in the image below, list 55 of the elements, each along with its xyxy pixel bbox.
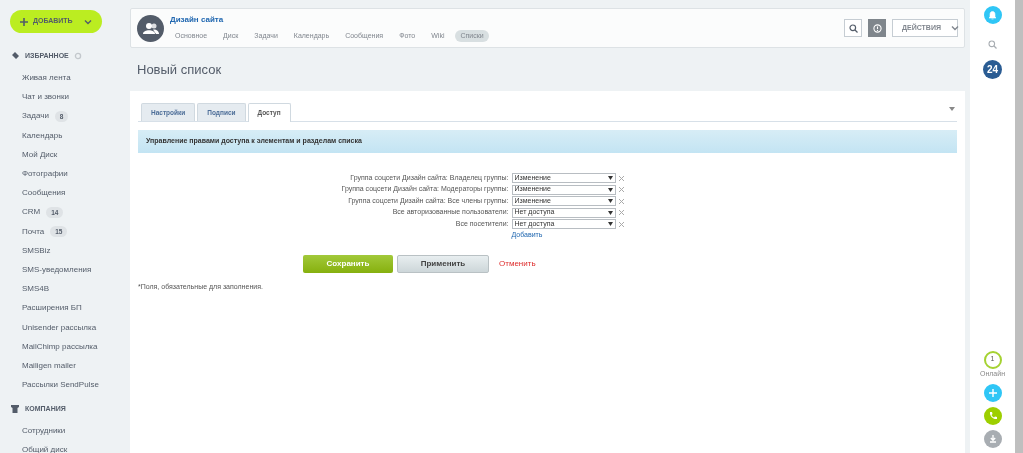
dropdown-arrow-icon[interactable] [949,106,955,111]
sidebar-item[interactable]: SMS4B [22,283,50,296]
info-button[interactable] [868,19,886,37]
sidebar-item[interactable]: SMS-уведомления [22,263,92,276]
notifications-button[interactable] [983,6,1002,24]
sidebar-item[interactable]: Рассылки SendPulse [22,379,99,392]
bell-icon [988,10,997,20]
group-title[interactable]: Дизайн сайта [170,13,838,26]
caret-icon [84,18,92,25]
search-icon [848,23,858,33]
phone-icon [987,411,998,421]
settings-icon [73,52,82,61]
scrollbar[interactable] [1015,0,1023,453]
remove-icon[interactable] [618,187,624,192]
apply-button[interactable]: Применить [397,254,489,273]
sidebar-item[interactable]: Unisender рассылка [22,321,97,334]
sidebar-item[interactable]: MailChimp рассылка [22,340,98,353]
sidebar-item[interactable]: Фотографии [22,168,68,181]
plus-button[interactable] [983,384,1002,402]
search-button[interactable] [844,19,862,37]
sidebar-item[interactable]: Общий диск [22,443,68,453]
dropdown-arrow-icon [607,222,613,226]
sidebar-item[interactable]: Мой Диск [22,148,58,161]
download-button[interactable] [983,430,1002,448]
caret-icon [950,25,959,31]
page-title: Новый список [137,61,223,79]
dropdown-arrow-icon [607,210,613,215]
sidebar-item[interactable]: SMSBiz [22,244,51,257]
group-avatar-icon [137,14,164,42]
sidebar-item[interactable]: Чат и звонки [22,91,69,104]
sidebar-item[interactable]: Почта [22,225,45,238]
sidebar-item[interactable]: Расширения БП [22,302,82,315]
sidebar-item[interactable]: Задачи [22,110,49,123]
dropdown-arrow-icon [607,176,613,180]
sidebar-item[interactable]: Mailigen mailer [22,359,76,372]
dropdown-arrow-icon [607,199,613,203]
search-icon[interactable] [988,40,997,49]
tower-icon [10,403,20,414]
remove-icon[interactable] [618,221,624,227]
cancel-link[interactable]: Отменить [497,257,536,270]
sidebar-item[interactable]: Живая лента [22,72,71,85]
call-button[interactable] [983,407,1002,425]
sidebar-item[interactable]: CRM [22,206,41,219]
app-badge[interactable]: 24 [983,60,1002,79]
info-icon [872,23,882,33]
download-icon [987,434,998,444]
remove-icon[interactable] [618,198,624,204]
sidebar-item[interactable]: Сотрудники [22,424,66,437]
sidebar-item[interactable]: Сообщения [22,187,66,200]
sidebar-item[interactable]: Календарь [22,129,63,142]
remove-icon[interactable] [618,210,624,215]
dropdown-arrow-icon [607,187,613,192]
remove-icon[interactable] [618,175,624,181]
plus-icon [987,388,998,398]
plus-icon [20,17,28,26]
